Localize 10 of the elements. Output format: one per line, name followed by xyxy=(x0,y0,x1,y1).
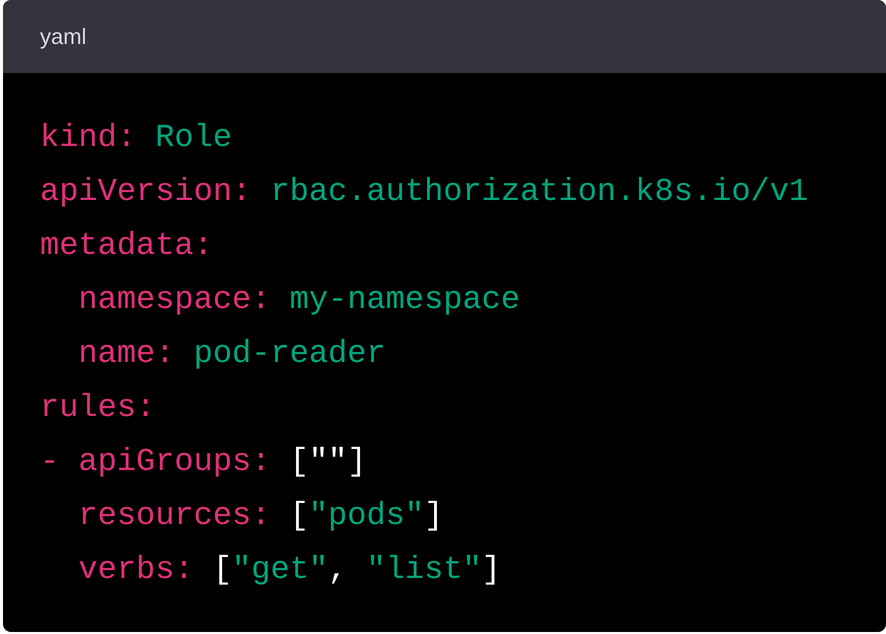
code-line: kind: Role xyxy=(40,118,232,158)
code-line: namespace: my-namespace xyxy=(77,280,520,320)
code-line: resources: ["pods"] xyxy=(77,496,444,536)
code-line: metadata: xyxy=(40,226,213,266)
code-line: rules: xyxy=(40,388,156,428)
code-line: verbs: ["get", "list"] xyxy=(77,550,501,590)
language-label: yaml xyxy=(40,24,86,50)
code-line: name: pod-reader xyxy=(77,334,386,374)
code-line: - apiGroups: [""] xyxy=(40,442,366,482)
code-line: apiVersion: rbac.authorization.k8s.io/v1 xyxy=(40,172,808,212)
